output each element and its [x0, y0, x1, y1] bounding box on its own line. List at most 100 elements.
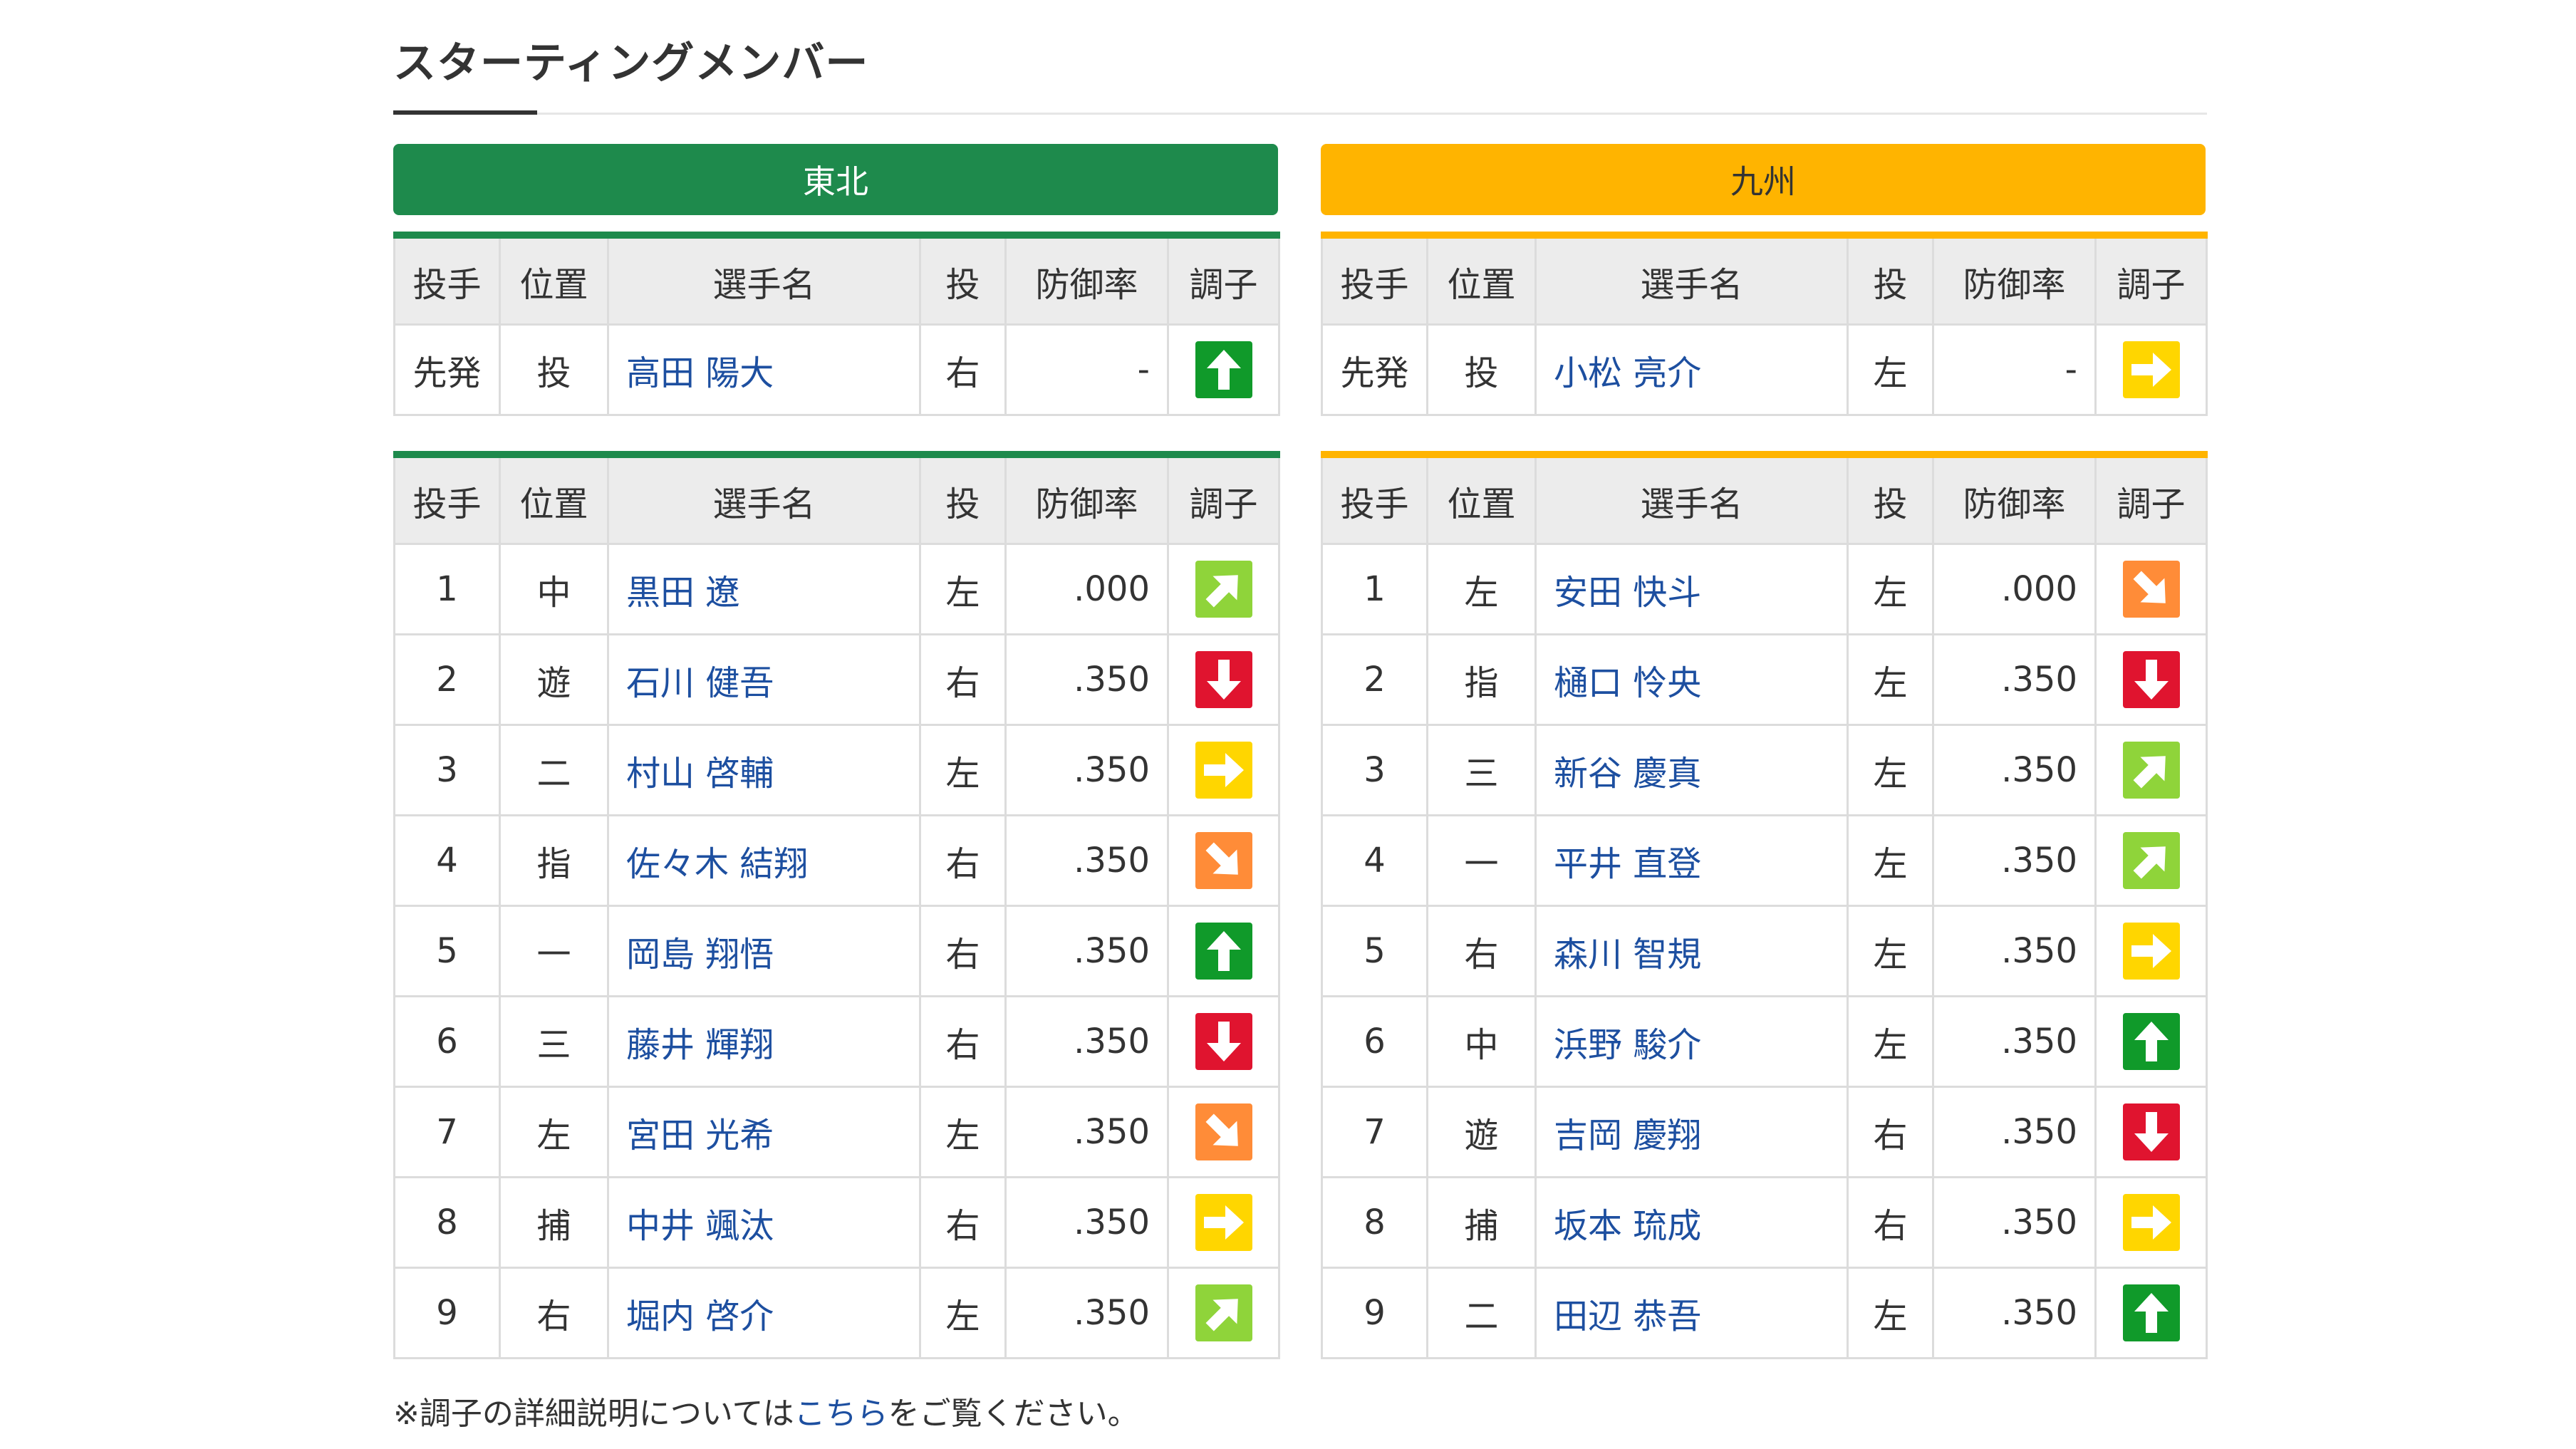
cell-pos: 三: [499, 995, 609, 1088]
cell-pos: 投: [499, 323, 609, 416]
cell-pos: 指: [1426, 633, 1537, 726]
cell-era: .350: [1932, 995, 2097, 1088]
player-name-link[interactable]: 中井 颯汰: [607, 1176, 921, 1269]
table-row: 3 二村山 啓輔左 .350: [393, 724, 1280, 816]
player-name-link[interactable]: 平井 直登: [1534, 814, 1849, 907]
cell-pos: 遊: [1426, 1086, 1537, 1178]
down-icon: [1195, 651, 1252, 708]
player-name-link[interactable]: 高田 陽大: [607, 323, 921, 416]
table-row: 1 左安田 快斗左 .000: [1321, 543, 2208, 635]
cell-era: .350: [1932, 1267, 2097, 1359]
cell-hand: 左: [919, 543, 1007, 635]
player-name-link[interactable]: 小松 亮介: [1534, 323, 1849, 416]
down-icon: [2122, 651, 2180, 708]
lineup-table: 投手 位置 選手名投防御率 調子 1 左安田 快斗左 .000 2 指樋口 怜央左 .350 3 三新…: [1321, 451, 2208, 1359]
player-name-link[interactable]: 吉岡 慶翔: [1534, 1086, 1849, 1178]
player-name-link[interactable]: 樋口 怜央: [1534, 633, 1849, 726]
cell-cond: [2094, 905, 2208, 997]
cell-hand: 右: [919, 995, 1007, 1088]
table-row: 5 右森川 智規左 .350: [1321, 905, 2208, 997]
cell-order: 7: [393, 1086, 501, 1178]
player-name-link[interactable]: 佐々木 結翔: [607, 814, 921, 907]
column-header: 調子: [2094, 234, 2208, 326]
column-header: 位置: [1426, 234, 1537, 326]
column-header: 投: [919, 453, 1007, 545]
cell-order: 先発: [1321, 323, 1428, 416]
cell-cond: [2094, 1086, 2208, 1178]
column-header: 選手名: [1534, 453, 1849, 545]
cell-pos: 右: [499, 1267, 609, 1359]
cell-order: 5: [1321, 905, 1428, 997]
player-name-link[interactable]: 浜野 駿介: [1534, 995, 1849, 1088]
table-row: 6 中浜野 駿介左 .350: [1321, 995, 2208, 1088]
cell-pos: 一: [499, 905, 609, 997]
column-header: 調子: [1167, 453, 1280, 545]
table-row: 4 指佐々木 結翔右 .350: [393, 814, 1280, 907]
cell-hand: 左: [1847, 1267, 1934, 1359]
player-name-link[interactable]: 堀内 啓介: [607, 1267, 921, 1359]
player-name-link[interactable]: 安田 快斗: [1534, 543, 1849, 635]
column-header: 位置: [499, 453, 609, 545]
table-row: 2 指樋口 怜央左 .350: [1321, 633, 2208, 726]
column-header: 投手: [1321, 234, 1428, 326]
up-icon: [2122, 1013, 2180, 1070]
cell-hand: 右: [919, 1176, 1007, 1269]
cell-order: 8: [393, 1176, 501, 1269]
cell-order: 2: [1321, 633, 1428, 726]
player-name-link[interactable]: 田辺 恭吾: [1534, 1267, 1849, 1359]
cell-hand: 左: [919, 1086, 1007, 1178]
column-header: 防御率: [1932, 234, 2097, 326]
cell-era: .350: [1932, 724, 2097, 816]
column-header: 位置: [499, 234, 609, 326]
table-header-row: 投手 位置 選手名投防御率 調子: [1321, 453, 2208, 545]
cell-pos: 捕: [499, 1176, 609, 1269]
downright-icon: [1195, 1103, 1252, 1160]
column-header: 選手名: [607, 234, 921, 326]
downright-icon: [2122, 561, 2180, 618]
cell-cond: [1167, 633, 1280, 726]
cell-hand: 左: [1847, 905, 1934, 997]
player-name-link[interactable]: 石川 健吾: [607, 633, 921, 726]
player-name-link[interactable]: 岡島 翔悟: [607, 905, 921, 997]
cell-hand: 左: [1847, 814, 1934, 907]
table-row: 9 二田辺 恭吾左 .350: [1321, 1267, 2208, 1359]
column-header: 投: [1847, 234, 1934, 326]
player-name-link[interactable]: 黒田 遼: [607, 543, 921, 635]
cell-pos: 中: [1426, 995, 1537, 1088]
right-icon: [1195, 1194, 1252, 1251]
column-header: 調子: [2094, 453, 2208, 545]
table-row: 7 左宮田 光希左 .350: [393, 1086, 1280, 1178]
player-name-link[interactable]: 藤井 輝翔: [607, 995, 921, 1088]
cell-hand: 右: [1847, 1176, 1934, 1269]
right-icon: [2122, 341, 2180, 398]
column-header: 投手: [393, 453, 501, 545]
table-row: 3 三新谷 慶真左 .350: [1321, 724, 2208, 816]
right-icon: [2122, 1194, 2180, 1251]
table-row: 4 一平井 直登左 .350: [1321, 814, 2208, 907]
up-icon: [1195, 923, 1252, 980]
column-header: 選手名: [1534, 234, 1849, 326]
table-row: 9 右堀内 啓介左 .350: [393, 1267, 1280, 1359]
cell-era: .350: [1932, 905, 2097, 997]
cell-cond: [2094, 633, 2208, 726]
cell-hand: 左: [1847, 724, 1934, 816]
player-name-link[interactable]: 坂本 琉成: [1534, 1176, 1849, 1269]
player-name-link[interactable]: 森川 智規: [1534, 905, 1849, 997]
cell-cond: [1167, 905, 1280, 997]
player-name-link[interactable]: 村山 啓輔: [607, 724, 921, 816]
table-row: 6 三藤井 輝翔右 .350: [393, 995, 1280, 1088]
player-name-link[interactable]: 宮田 光希: [607, 1086, 921, 1178]
cell-cond: [2094, 543, 2208, 635]
cell-hand: 左: [1847, 323, 1934, 416]
table-row: 8 捕坂本 琉成右 .350: [1321, 1176, 2208, 1269]
table-row: 先発投高田 陽大右 -: [393, 323, 1280, 416]
cell-pos: 遊: [499, 633, 609, 726]
cell-order: 3: [1321, 724, 1428, 816]
cell-hand: 左: [1847, 633, 1934, 726]
column-header: 防御率: [1004, 234, 1169, 326]
condition-detail-link[interactable]: こちら: [794, 1396, 888, 1432]
up-icon: [2122, 1284, 2180, 1341]
cell-cond: [1167, 814, 1280, 907]
player-name-link[interactable]: 新谷 慶真: [1534, 724, 1849, 816]
cell-cond: [2094, 1176, 2208, 1269]
